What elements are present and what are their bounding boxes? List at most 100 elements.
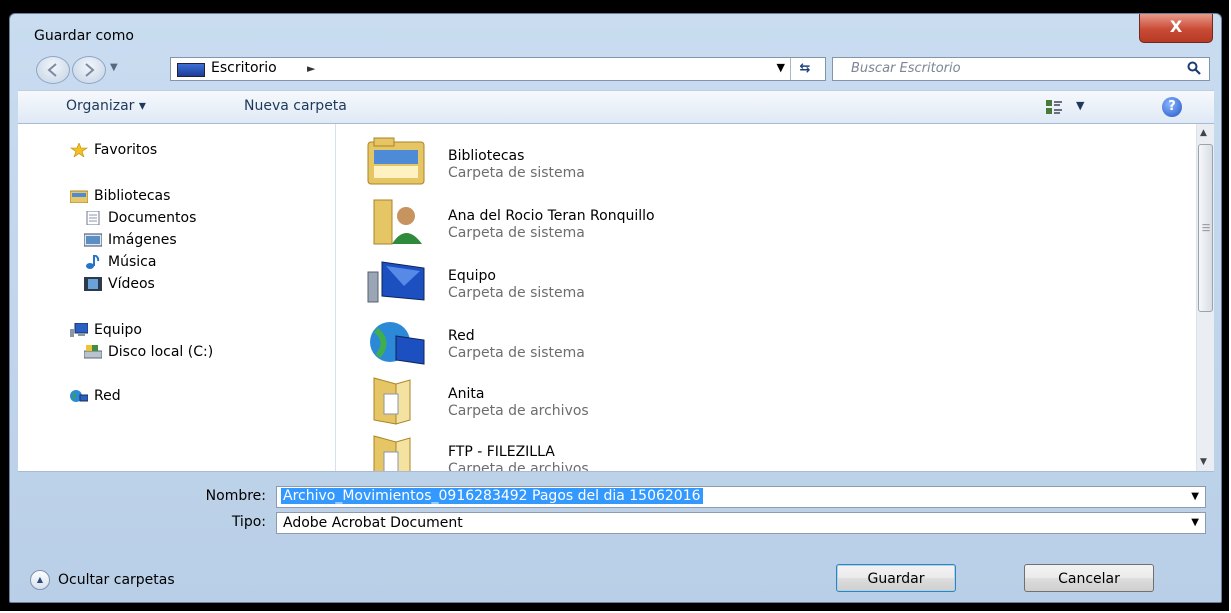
computer-icon [70,323,88,337]
libraries-icon [70,190,88,203]
vertical-scrollbar[interactable]: ▲ — — — ▼ [1196,124,1214,471]
search-icon[interactable] [1187,61,1201,75]
save-button[interactable]: Guardar [836,564,956,592]
views-icon[interactable] [1046,100,1062,114]
dialog-title: Guardar como [34,28,134,44]
sidebar-item-label: Música [108,254,157,270]
file-name: Anita [448,386,485,402]
address-dropdown-icon[interactable]: ▼ [777,61,785,74]
file-name: Red [448,328,475,344]
title-bar: Guardar como X [10,14,1221,48]
desktop-icon [177,63,205,77]
help-icon[interactable]: ? [1162,97,1182,117]
scroll-down-arrow-icon[interactable]: ▼ [1200,457,1207,467]
file-type: Carpeta de archivos [448,403,589,419]
file-name: Ana del Rocio Teran Ronquillo [448,208,655,224]
chevron-up-icon: ▲ [30,570,50,590]
file-list: Bibliotecas Carpeta de sistema Ana del R… [348,124,1188,471]
forward-arrow-icon [85,63,95,77]
file-type-value: Adobe Acrobat Document [283,515,463,531]
file-type: Carpeta de sistema [448,225,585,241]
scroll-thumb[interactable]: — — — [1198,144,1213,312]
file-type: Carpeta de sistema [448,285,585,301]
forward-button[interactable] [72,56,106,84]
drive-icon [84,345,102,359]
film-icon [84,277,102,291]
address-breadcrumb-desktop[interactable]: Escritorio [211,60,277,76]
hide-folders-button[interactable]: ▲ Ocultar carpetas [30,570,175,590]
back-button[interactable] [36,56,70,84]
sidebar-item-local-disk[interactable]: Disco local (C:) [84,344,213,360]
file-name-label: Nombre: [205,488,266,504]
command-bar: Organizar ▾ Nueva carpeta ▼ ? [18,90,1214,124]
breadcrumb-chevron-icon[interactable]: ► [307,62,315,75]
sidebar-item-label: Equipo [94,322,142,338]
sidebar-item-label: Documentos [108,210,197,226]
folder-icon [373,435,411,471]
sidebar-item-videos[interactable]: Vídeos [84,276,155,292]
user-folder-icon [373,199,422,245]
network-icon [70,390,88,402]
music-note-icon [86,255,100,269]
network-icon [370,322,425,365]
file-type: Carpeta de sistema [448,165,585,181]
organize-menu[interactable]: Organizar ▾ [66,98,146,114]
sidebar-item-documents[interactable]: Documentos [84,210,196,226]
file-type: Carpeta de archivos [448,461,589,472]
save-as-dialog: Guardar como X ▼ Escritorio ► ▼ ⇆ Buscar… [9,13,1222,603]
computer-icon [367,261,425,303]
file-name: Bibliotecas [448,148,525,164]
recent-locations-dropdown[interactable]: ▼ [110,62,118,73]
sidebar-item-favorites[interactable]: Favoritos [70,142,157,158]
search-box[interactable]: Buscar Escritorio [832,57,1210,81]
sidebar-item-computer[interactable]: Equipo [70,322,142,338]
sidebar-item-label: Red [94,388,121,404]
refresh-button[interactable]: ⇆ [790,58,819,80]
save-form: Nombre: Archivo_Movimientos_0916283492 P… [18,472,1214,552]
document-icon [86,211,100,225]
star-icon [70,143,88,157]
sidebar-item-label: Disco local (C:) [108,344,214,360]
screen-frame: Guardar como X ▼ Escritorio ► ▼ ⇆ Buscar… [0,0,1229,611]
file-type-label: Tipo: [231,514,266,530]
file-name: Equipo [448,268,496,284]
search-input[interactable]: Buscar Escritorio [851,61,961,76]
sidebar-item-label: Bibliotecas [94,188,171,204]
sidebar-item-label: Favoritos [94,142,158,158]
sidebar-item-music[interactable]: Música [84,254,156,270]
image-icon [84,233,102,247]
file-item-libraries[interactable]: Bibliotecas Carpeta de sistema [348,136,1048,188]
file-item-anita[interactable]: Anita Carpeta de archivos [348,374,1048,426]
scroll-up-arrow-icon[interactable]: ▲ [1200,128,1207,138]
file-name-dropdown-icon[interactable]: ▼ [1191,491,1199,502]
file-type: Carpeta de sistema [448,345,585,361]
sidebar-item-label: Vídeos [108,276,155,292]
sidebar-item-label: Imágenes [108,232,177,248]
browser-area: Favoritos Bibliotecas Documentos Imágene… [18,124,1214,472]
hide-folders-label: Ocultar carpetas [58,572,175,588]
file-item-network[interactable]: Red Carpeta de sistema [348,316,1048,368]
sidebar-item-images[interactable]: Imágenes [84,232,177,248]
views-dropdown-icon[interactable]: ▼ [1076,99,1084,112]
sidebar-item-libraries[interactable]: Bibliotecas [70,188,170,204]
dialog-footer: ▲ Ocultar carpetas Guardar Cancelar [18,554,1214,602]
navigation-bar: ▼ Escritorio ► ▼ ⇆ Buscar Escritorio [28,54,1213,84]
file-name-field[interactable]: Archivo_Movimientos_0916283492 Pagos del… [276,486,1206,508]
file-type-select[interactable]: Adobe Acrobat Document ▼ [276,512,1206,534]
file-name-input[interactable]: Archivo_Movimientos_0916283492 Pagos del… [281,488,703,504]
navigation-pane: Favoritos Bibliotecas Documentos Imágene… [18,124,336,471]
cancel-button[interactable]: Cancelar [1024,564,1154,592]
scroll-grip-icon: — — — [1202,220,1210,235]
address-bar[interactable]: Escritorio ► ▼ ⇆ [170,57,826,81]
file-item-ftp-filezilla[interactable]: FTP - FILEZILLA Carpeta de archivos [348,432,1048,472]
new-folder-button[interactable]: Nueva carpeta [244,98,347,114]
file-item-computer[interactable]: Equipo Carpeta de sistema [348,256,1048,308]
libraries-folder-icon [367,137,425,185]
folder-icon [373,377,411,425]
file-type-dropdown-icon[interactable]: ▼ [1191,517,1199,528]
back-arrow-icon [47,63,57,77]
file-name: FTP - FILEZILLA [448,444,555,460]
file-item-user-folder[interactable]: Ana del Rocio Teran Ronquillo Carpeta de… [348,196,1048,248]
close-button[interactable]: X [1139,14,1213,43]
sidebar-item-network[interactable]: Red [70,388,121,404]
